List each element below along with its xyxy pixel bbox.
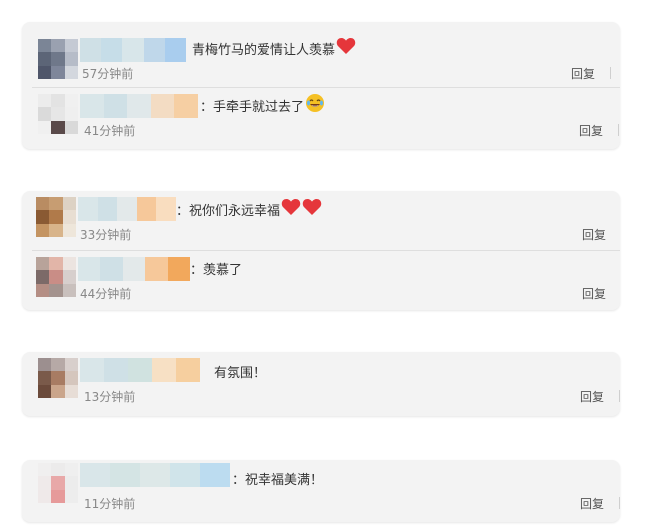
reply-button[interactable]: 回复 bbox=[580, 495, 604, 512]
avatar[interactable] bbox=[36, 197, 76, 237]
comment-text: ： 手牵手就过去了 bbox=[200, 93, 325, 117]
comment-card-3: 有氛围！ 13分钟前 回复 bbox=[22, 352, 620, 416]
comment-card-2: ： 祝你们永远幸福 33分钟前 回复 ： 羡慕了 44分钟前 回复 bbox=[22, 191, 620, 310]
comment-text: 青梅竹马的爱情让人羡慕 bbox=[192, 38, 356, 58]
username-blurred[interactable] bbox=[78, 257, 190, 281]
reply-button[interactable]: 回复 bbox=[580, 388, 604, 405]
comment-item: ： 祝你们永远幸福 33分钟前 回复 bbox=[22, 191, 620, 250]
avatar[interactable] bbox=[38, 94, 78, 134]
comment-time: 44分钟前 bbox=[80, 287, 132, 301]
reply-button[interactable]: 回复 bbox=[571, 65, 595, 82]
comment-text: ： 祝幸福美满！ bbox=[232, 468, 323, 488]
comment-card-1: 青梅竹马的爱情让人羡慕 57分钟前 回复 ： 手牵手就过去了 41分钟前 回复 bbox=[22, 22, 620, 149]
comment-body: 手牵手就过去了 bbox=[213, 99, 305, 115]
comment-prefix: ： bbox=[200, 99, 214, 115]
reply-button[interactable]: 回复 bbox=[582, 285, 606, 302]
comment-item: ： 羡慕了 44分钟前 回复 bbox=[22, 251, 620, 310]
username-blurred[interactable] bbox=[80, 358, 200, 382]
comment-prefix: ： bbox=[190, 262, 204, 278]
avatar[interactable] bbox=[38, 358, 78, 398]
laughing-emoji-icon bbox=[305, 93, 325, 117]
comment-text: ： 祝你们永远幸福 bbox=[176, 199, 322, 219]
comment-time: 11分钟前 bbox=[84, 497, 136, 511]
comment-text: ： 羡慕了 bbox=[190, 258, 242, 278]
heart-icon bbox=[281, 198, 301, 220]
comment-item: 有氛围！ 13分钟前 回复 bbox=[22, 352, 620, 416]
reply-separator bbox=[619, 497, 620, 509]
heart-icon bbox=[336, 37, 356, 59]
comment-item: ： 祝幸福美满！ 11分钟前 回复 bbox=[22, 460, 620, 522]
reply-separator bbox=[610, 67, 611, 79]
comment-card-4: ： 祝幸福美满！ 11分钟前 回复 bbox=[22, 460, 620, 522]
avatar[interactable] bbox=[36, 257, 76, 297]
reply-button[interactable]: 回复 bbox=[579, 122, 603, 139]
avatar[interactable] bbox=[38, 463, 78, 503]
comment-body: 祝你们永远幸福 bbox=[189, 203, 281, 219]
comment-body: 祝幸福美满！ bbox=[245, 472, 324, 488]
reply-separator bbox=[619, 390, 620, 402]
reply-button[interactable]: 回复 bbox=[582, 226, 606, 243]
comment-time: 33分钟前 bbox=[80, 228, 132, 242]
comment-prefix: ： bbox=[232, 472, 246, 488]
comment-time: 57分钟前 bbox=[82, 67, 134, 81]
comment-text: 有氛围！ bbox=[214, 361, 266, 381]
username-blurred[interactable] bbox=[80, 38, 186, 62]
comment-body: 青梅竹马的爱情让人羡慕 bbox=[192, 42, 336, 58]
username-blurred[interactable] bbox=[78, 197, 176, 221]
comment-body: 羡慕了 bbox=[203, 262, 243, 278]
comment-time: 41分钟前 bbox=[84, 124, 136, 138]
reply-separator bbox=[618, 124, 619, 136]
username-blurred[interactable] bbox=[80, 463, 230, 487]
comment-time: 13分钟前 bbox=[84, 390, 136, 404]
heart-icon bbox=[302, 198, 322, 220]
comment-item: 青梅竹马的爱情让人羡慕 57分钟前 回复 bbox=[22, 22, 620, 86]
comment-item: ： 手牵手就过去了 41分钟前 回复 bbox=[22, 88, 620, 149]
username-blurred[interactable] bbox=[80, 94, 198, 118]
comment-body: 有氛围！ bbox=[214, 365, 267, 381]
comment-prefix: ： bbox=[176, 203, 190, 219]
avatar[interactable] bbox=[38, 39, 78, 79]
